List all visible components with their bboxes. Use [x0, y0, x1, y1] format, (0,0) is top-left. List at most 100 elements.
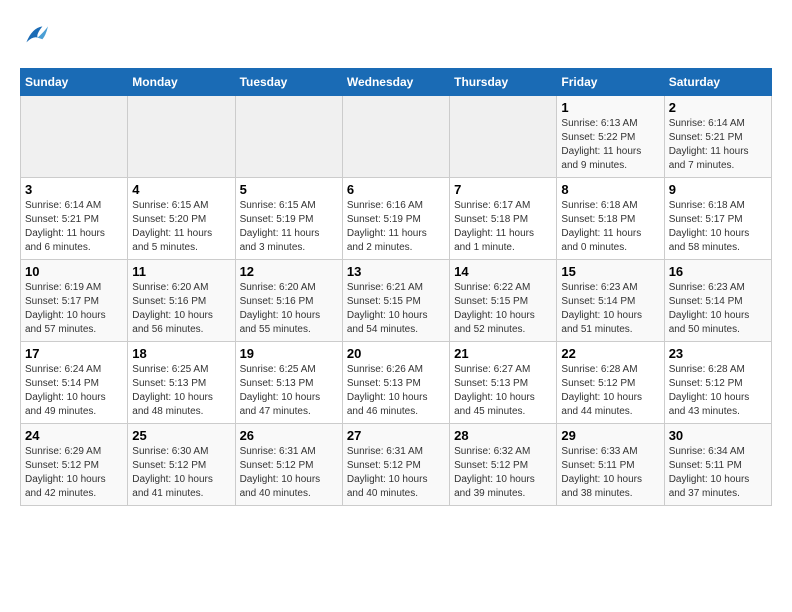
calendar-cell: 27 Sunrise: 6:31 AM Sunset: 5:12 PM Dayli…	[342, 424, 449, 506]
day-info: Sunrise: 6:34 AM Sunset: 5:11 PM Dayligh…	[669, 445, 767, 501]
day-info: Sunrise: 6:20 AM Sunset: 5:16 PM Dayligh…	[132, 281, 230, 337]
day-info: Sunrise: 6:28 AM Sunset: 5:12 PM Dayligh…	[669, 363, 767, 419]
day-number: 24	[25, 428, 123, 443]
calendar-cell: 24 Sunrise: 6:29 AM Sunset: 5:12 PM Dayli…	[21, 424, 128, 506]
day-number: 5	[240, 182, 338, 197]
calendar-cell: 22 Sunrise: 6:28 AM Sunset: 5:12 PM Dayli…	[557, 342, 664, 424]
day-number: 22	[561, 346, 659, 361]
calendar-cell: 23Sunrise: 6:28 AM Sunset: 5:12 PM Dayli…	[664, 342, 771, 424]
calendar-cell: 10 Sunrise: 6:19 AM Sunset: 5:17 PM Dayli…	[21, 260, 128, 342]
day-info: Sunrise: 6:32 AM Sunset: 5:12 PM Dayligh…	[454, 445, 552, 501]
day-number: 26	[240, 428, 338, 443]
day-number: 13	[347, 264, 445, 279]
calendar-cell: 13 Sunrise: 6:21 AM Sunset: 5:15 PM Dayli…	[342, 260, 449, 342]
day-info: Sunrise: 6:26 AM Sunset: 5:13 PM Dayligh…	[347, 363, 445, 419]
calendar-cell: 16 Sunrise: 6:23 AM Sunset: 5:14 PM Dayli…	[664, 260, 771, 342]
calendar-cell: 4 Sunrise: 6:15 AM Sunset: 5:20 PM Daylig…	[128, 178, 235, 260]
calendar-cell: 5 Sunrise: 6:15 AM Sunset: 5:19 PM Daylig…	[235, 178, 342, 260]
calendar-cell	[235, 96, 342, 178]
day-info: Sunrise: 6:23 AM Sunset: 5:14 PM Dayligh…	[669, 281, 767, 337]
day-number: 16	[669, 264, 767, 279]
day-number: 6	[347, 182, 445, 197]
calendar-cell: 3 Sunrise: 6:14 AM Sunset: 5:21 PM Daylig…	[21, 178, 128, 260]
day-number: 3	[25, 182, 123, 197]
calendar-week-2: 3 Sunrise: 6:14 AM Sunset: 5:21 PM Daylig…	[21, 178, 772, 260]
day-number: 27	[347, 428, 445, 443]
calendar-cell	[128, 96, 235, 178]
day-info: Sunrise: 6:33 AM Sunset: 5:11 PM Dayligh…	[561, 445, 659, 501]
day-info: Sunrise: 6:15 AM Sunset: 5:19 PM Dayligh…	[240, 199, 338, 255]
calendar-cell: 2 Sunrise: 6:14 AM Sunset: 5:21 PM Daylig…	[664, 96, 771, 178]
day-number: 2	[669, 100, 767, 115]
day-number: 14	[454, 264, 552, 279]
day-number: 1	[561, 100, 659, 115]
day-number: 25	[132, 428, 230, 443]
day-number: 8	[561, 182, 659, 197]
day-number: 11	[132, 264, 230, 279]
day-info: Sunrise: 6:14 AM Sunset: 5:21 PM Dayligh…	[25, 199, 123, 255]
logo-icon	[20, 20, 52, 52]
day-number: 20	[347, 346, 445, 361]
day-info: Sunrise: 6:25 AM Sunset: 5:13 PM Dayligh…	[240, 363, 338, 419]
calendar-cell: 12 Sunrise: 6:20 AM Sunset: 5:16 PM Dayli…	[235, 260, 342, 342]
calendar-cell	[342, 96, 449, 178]
calendar-header-saturday: Saturday	[664, 69, 771, 96]
day-number: 18	[132, 346, 230, 361]
calendar-cell: 26 Sunrise: 6:31 AM Sunset: 5:12 PM Dayli…	[235, 424, 342, 506]
day-info: Sunrise: 6:20 AM Sunset: 5:16 PM Dayligh…	[240, 281, 338, 337]
day-number: 9	[669, 182, 767, 197]
calendar-header-monday: Monday	[128, 69, 235, 96]
day-info: Sunrise: 6:15 AM Sunset: 5:20 PM Dayligh…	[132, 199, 230, 255]
day-number: 7	[454, 182, 552, 197]
calendar-cell: 19 Sunrise: 6:25 AM Sunset: 5:13 PM Dayli…	[235, 342, 342, 424]
day-number: 15	[561, 264, 659, 279]
day-info: Sunrise: 6:13 AM Sunset: 5:22 PM Dayligh…	[561, 117, 659, 173]
calendar-header-friday: Friday	[557, 69, 664, 96]
day-info: Sunrise: 6:31 AM Sunset: 5:12 PM Dayligh…	[347, 445, 445, 501]
day-number: 12	[240, 264, 338, 279]
day-info: Sunrise: 6:27 AM Sunset: 5:13 PM Dayligh…	[454, 363, 552, 419]
day-number: 29	[561, 428, 659, 443]
calendar-cell: 15 Sunrise: 6:23 AM Sunset: 5:14 PM Dayli…	[557, 260, 664, 342]
calendar-cell: 18Sunrise: 6:25 AM Sunset: 5:13 PM Dayli…	[128, 342, 235, 424]
calendar-cell: 1 Sunrise: 6:13 AM Sunset: 5:22 PM Daylig…	[557, 96, 664, 178]
day-info: Sunrise: 6:17 AM Sunset: 5:18 PM Dayligh…	[454, 199, 552, 255]
day-info: Sunrise: 6:31 AM Sunset: 5:12 PM Dayligh…	[240, 445, 338, 501]
day-info: Sunrise: 6:24 AM Sunset: 5:14 PM Dayligh…	[25, 363, 123, 419]
calendar-cell: 17 Sunrise: 6:24 AM Sunset: 5:14 PM Dayli…	[21, 342, 128, 424]
day-info: Sunrise: 6:14 AM Sunset: 5:21 PM Dayligh…	[669, 117, 767, 173]
calendar-header-row: SundayMondayTuesdayWednesdayThursdayFrid…	[21, 69, 772, 96]
calendar-cell	[21, 96, 128, 178]
page-header	[20, 20, 772, 52]
day-info: Sunrise: 6:30 AM Sunset: 5:12 PM Dayligh…	[132, 445, 230, 501]
day-number: 28	[454, 428, 552, 443]
calendar-cell: 21 Sunrise: 6:27 AM Sunset: 5:13 PM Dayli…	[450, 342, 557, 424]
day-number: 19	[240, 346, 338, 361]
day-info: Sunrise: 6:28 AM Sunset: 5:12 PM Dayligh…	[561, 363, 659, 419]
day-number: 17	[25, 346, 123, 361]
day-info: Sunrise: 6:29 AM Sunset: 5:12 PM Dayligh…	[25, 445, 123, 501]
calendar-header-sunday: Sunday	[21, 69, 128, 96]
day-info: Sunrise: 6:19 AM Sunset: 5:17 PM Dayligh…	[25, 281, 123, 337]
calendar-cell: 9Sunrise: 6:18 AM Sunset: 5:17 PM Daylig…	[664, 178, 771, 260]
calendar-cell: 7 Sunrise: 6:17 AM Sunset: 5:18 PM Daylig…	[450, 178, 557, 260]
calendar: SundayMondayTuesdayWednesdayThursdayFrid…	[20, 68, 772, 506]
calendar-cell	[450, 96, 557, 178]
day-number: 10	[25, 264, 123, 279]
day-number: 30	[669, 428, 767, 443]
day-info: Sunrise: 6:23 AM Sunset: 5:14 PM Dayligh…	[561, 281, 659, 337]
day-info: Sunrise: 6:16 AM Sunset: 5:19 PM Dayligh…	[347, 199, 445, 255]
calendar-cell: 25 Sunrise: 6:30 AM Sunset: 5:12 PM Dayli…	[128, 424, 235, 506]
day-number: 21	[454, 346, 552, 361]
calendar-week-1: 1 Sunrise: 6:13 AM Sunset: 5:22 PM Daylig…	[21, 96, 772, 178]
logo	[20, 20, 56, 52]
calendar-header-wednesday: Wednesday	[342, 69, 449, 96]
calendar-week-5: 24 Sunrise: 6:29 AM Sunset: 5:12 PM Dayli…	[21, 424, 772, 506]
day-info: Sunrise: 6:18 AM Sunset: 5:18 PM Dayligh…	[561, 199, 659, 255]
calendar-week-3: 10 Sunrise: 6:19 AM Sunset: 5:17 PM Dayli…	[21, 260, 772, 342]
calendar-cell: 14 Sunrise: 6:22 AM Sunset: 5:15 PM Dayli…	[450, 260, 557, 342]
day-number: 4	[132, 182, 230, 197]
calendar-cell: 11 Sunrise: 6:20 AM Sunset: 5:16 PM Dayli…	[128, 260, 235, 342]
day-info: Sunrise: 6:22 AM Sunset: 5:15 PM Dayligh…	[454, 281, 552, 337]
day-info: Sunrise: 6:21 AM Sunset: 5:15 PM Dayligh…	[347, 281, 445, 337]
